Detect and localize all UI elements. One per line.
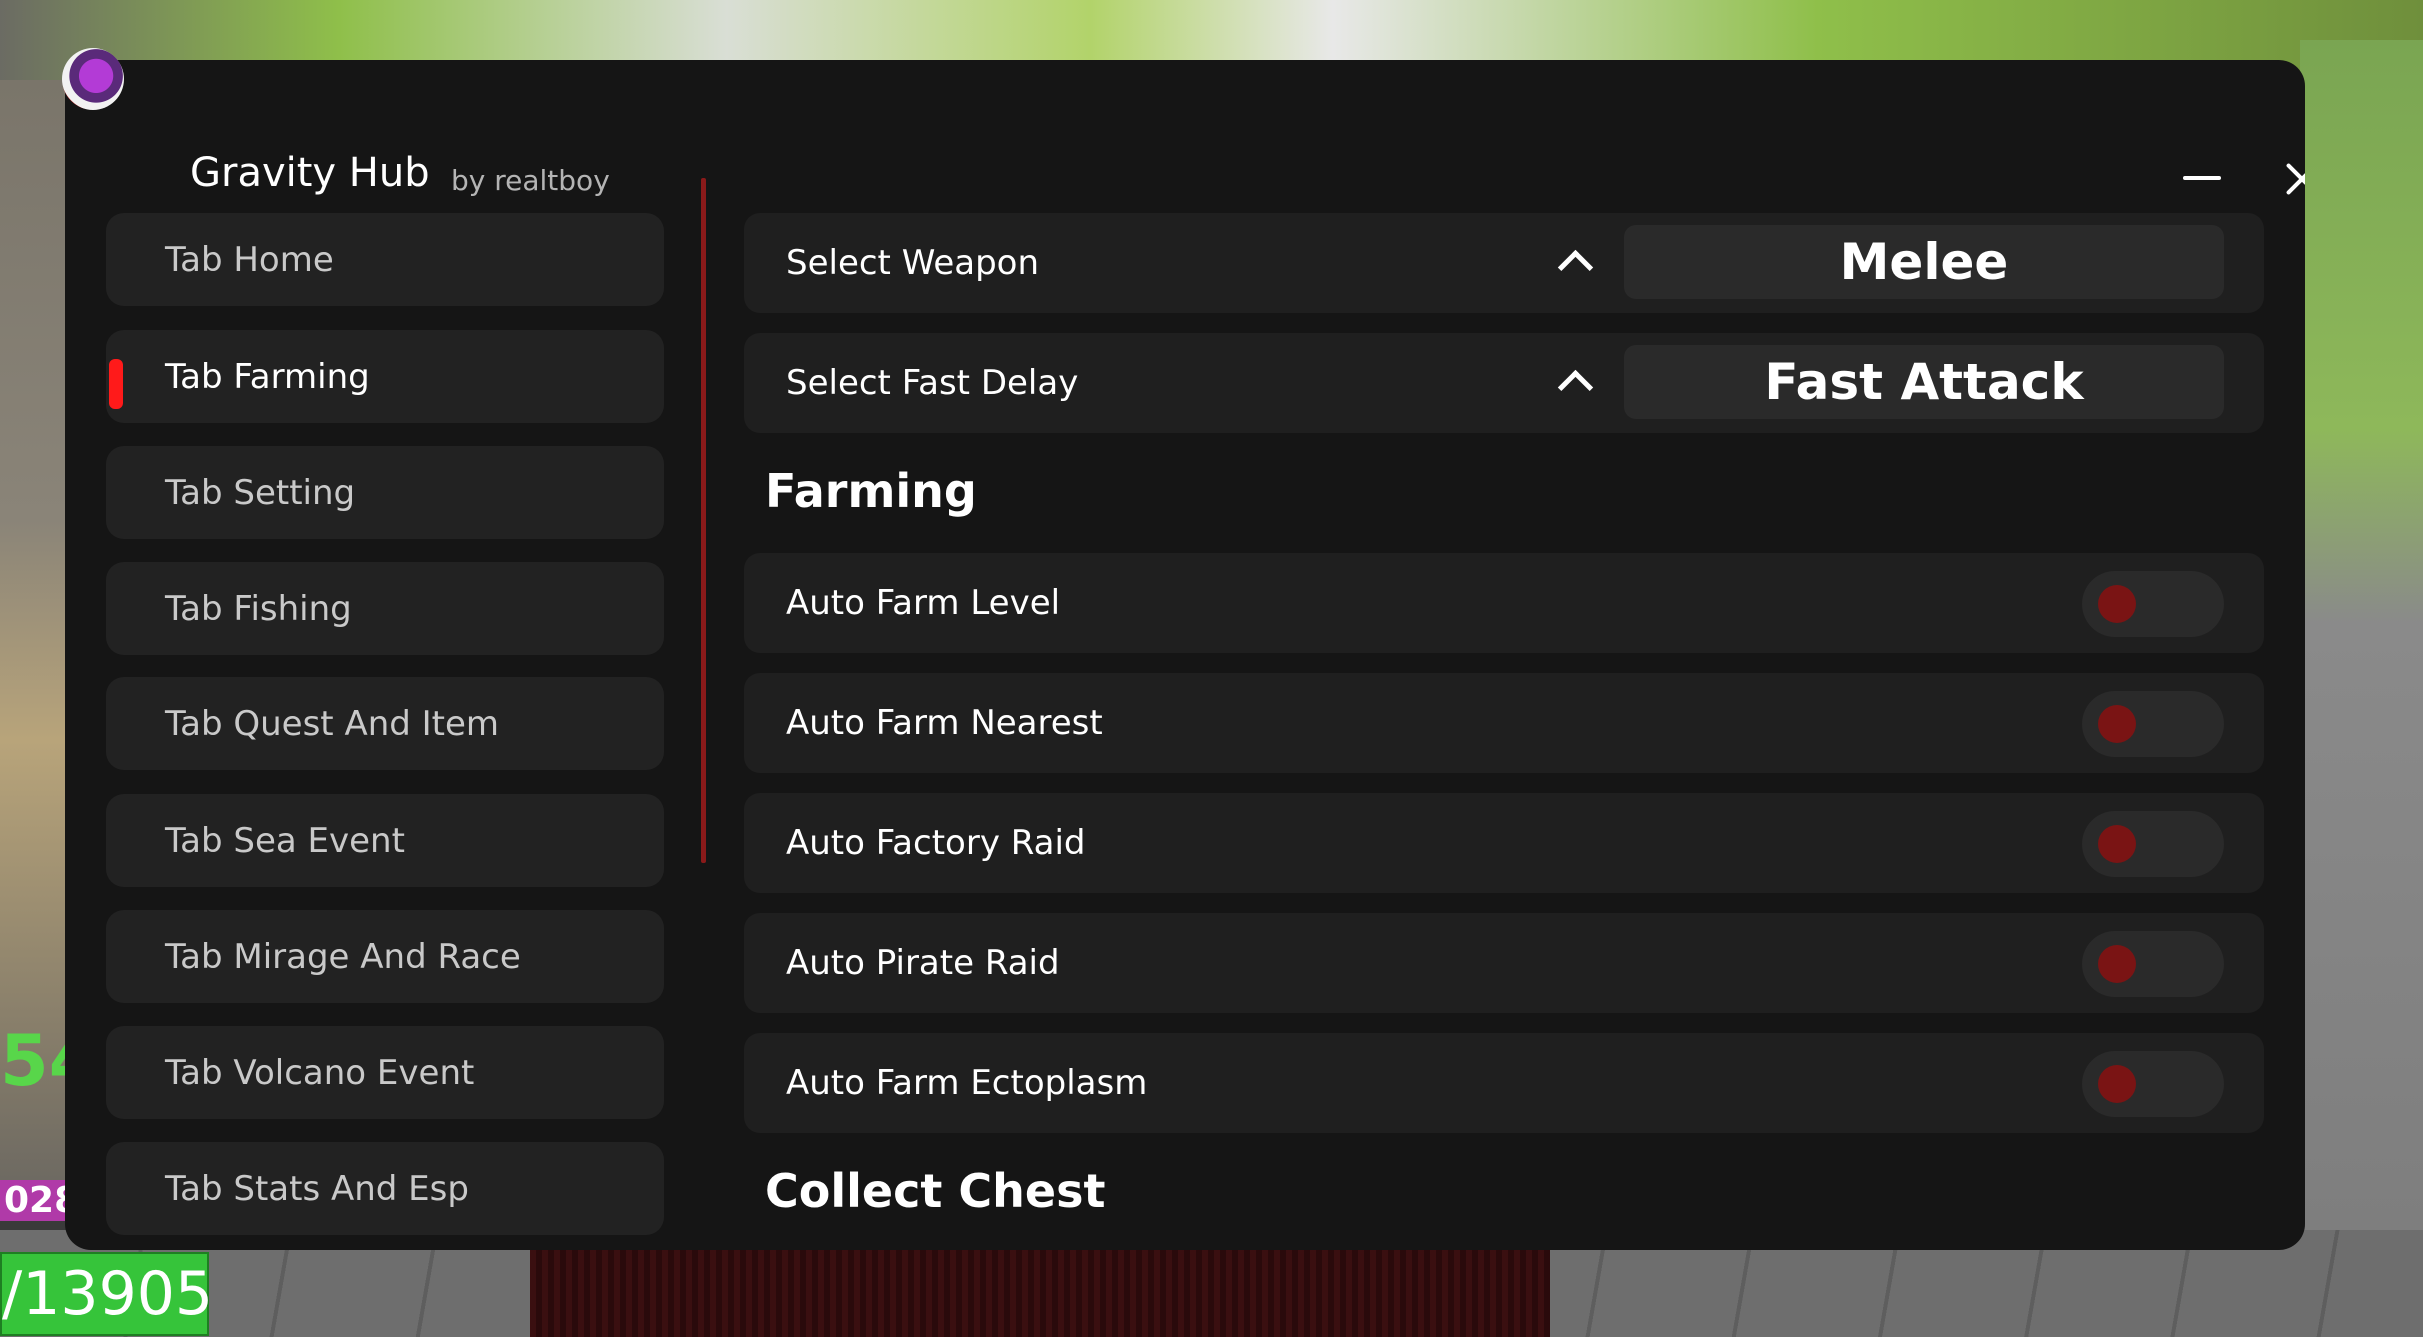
- window-title: Gravity Hub: [190, 150, 430, 196]
- toggle-label: Auto Farm Level: [786, 583, 1061, 623]
- toggle-label: Auto Farm Nearest: [786, 703, 1103, 743]
- sidebar-divider: [701, 178, 706, 863]
- toggle-knob: [2098, 945, 2136, 983]
- sidebar-item-label: Tab Setting: [165, 473, 356, 513]
- sidebar-item-label: Tab Mirage And Race: [165, 937, 521, 977]
- sidebar-item-label: Tab Home: [165, 240, 334, 280]
- sidebar-item-label: Tab Farming: [165, 357, 370, 397]
- toggle-row-auto-farm-nearest[interactable]: Auto Farm Nearest: [744, 673, 2264, 773]
- sidebar-item-label: Tab Fishing: [165, 589, 352, 629]
- sidebar-item-sea-event[interactable]: Tab Sea Event: [106, 794, 664, 887]
- toggle-row-auto-farm-level[interactable]: Auto Farm Level: [744, 553, 2264, 653]
- toggle-label: Auto Pirate Raid: [786, 943, 1060, 983]
- auto-farm-level-toggle[interactable]: [2082, 571, 2224, 637]
- hub-logo-avatar: [62, 48, 124, 110]
- auto-farm-nearest-toggle[interactable]: [2082, 691, 2224, 757]
- background-right-wall: [2300, 40, 2423, 1337]
- sidebar-item-setting[interactable]: Tab Setting: [106, 446, 664, 539]
- minimize-button[interactable]: [2177, 155, 2227, 205]
- toggle-knob: [2098, 705, 2136, 743]
- sidebar-item-label: Tab Stats And Esp: [165, 1169, 469, 1209]
- sidebar-item-farming[interactable]: Tab Farming: [106, 330, 664, 423]
- toggle-label: Auto Factory Raid: [786, 823, 1086, 863]
- sidebar-item-label: Tab Sea Event: [165, 821, 405, 861]
- toggle-knob: [2098, 825, 2136, 863]
- sidebar-item-home[interactable]: Tab Home: [106, 213, 664, 306]
- auto-pirate-raid-toggle[interactable]: [2082, 931, 2224, 997]
- sidebar-item-mirage-and-race[interactable]: Tab Mirage And Race: [106, 910, 664, 1003]
- dropdown-label: Select Weapon: [786, 243, 1040, 283]
- select-fast-delay-value[interactable]: Fast Attack: [1624, 345, 2224, 419]
- background-carpet: [530, 1240, 1550, 1337]
- sidebar-item-label: Tab Volcano Event: [165, 1053, 475, 1093]
- background-left-wall: [0, 80, 70, 1180]
- sidebar-item-volcano-event[interactable]: Tab Volcano Event: [106, 1026, 664, 1119]
- close-button[interactable]: [2277, 155, 2305, 205]
- sidebar-item-label: Tab Quest And Item: [165, 704, 500, 744]
- select-fast-delay-dropdown: Select Fast Delay Fast Attack: [744, 333, 2264, 433]
- chevron-up-icon[interactable]: [1554, 363, 1594, 403]
- toggle-row-auto-factory-raid[interactable]: Auto Factory Raid: [744, 793, 2264, 893]
- auto-factory-raid-toggle[interactable]: [2082, 811, 2224, 877]
- section-title-farming: Farming: [765, 464, 977, 518]
- select-weapon-dropdown: Select Weapon Melee: [744, 213, 2264, 313]
- active-indicator: [109, 359, 123, 409]
- sidebar-item-fishing[interactable]: Tab Fishing: [106, 562, 664, 655]
- sidebar-item-stats-and-esp[interactable]: Tab Stats And Esp: [106, 1142, 664, 1235]
- dropdown-label: Select Fast Delay: [786, 363, 1079, 403]
- toggle-knob: [2098, 1065, 2136, 1103]
- window-subtitle: by realtboy: [451, 164, 610, 197]
- toggle-row-auto-farm-ectoplasm[interactable]: Auto Farm Ectoplasm: [744, 1033, 2264, 1133]
- auto-farm-ectoplasm-toggle[interactable]: [2082, 1051, 2224, 1117]
- chevron-up-icon[interactable]: [1554, 243, 1594, 283]
- section-title-collect-chest: Collect Chest: [765, 1164, 1106, 1218]
- select-weapon-value[interactable]: Melee: [1624, 225, 2224, 299]
- sidebar-item-quest-and-item[interactable]: Tab Quest And Item: [106, 677, 664, 770]
- hud-energy-bar: /13905: [0, 1252, 213, 1336]
- toggle-label: Auto Farm Ectoplasm: [786, 1063, 1148, 1103]
- toggle-knob: [2098, 585, 2136, 623]
- toggle-row-auto-pirate-raid[interactable]: Auto Pirate Raid: [744, 913, 2264, 1013]
